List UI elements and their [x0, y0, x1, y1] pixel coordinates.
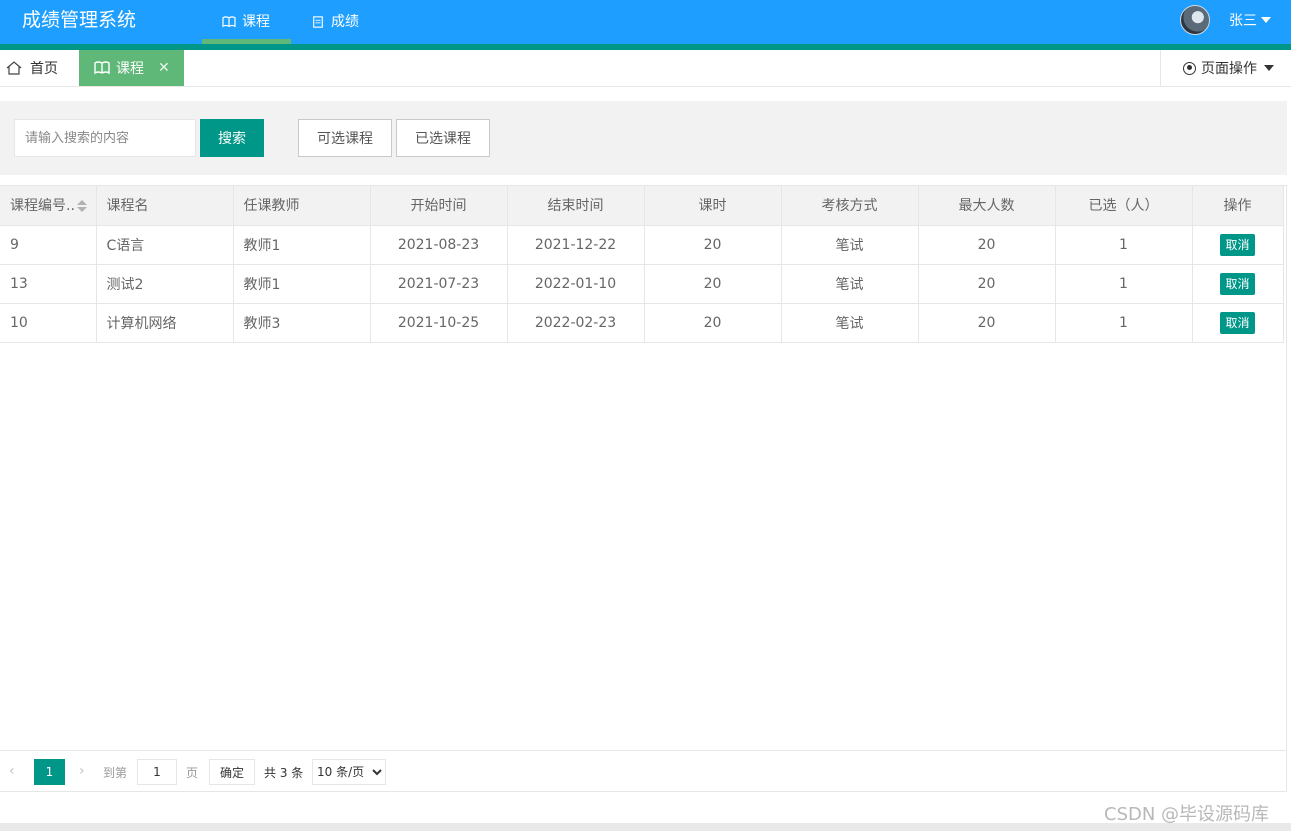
header-max-students: 最大人数: [918, 186, 1056, 226]
top-header: 成绩管理系统 课程 成绩 张三: [0, 0, 1291, 50]
cell-max-students: 20: [918, 225, 1056, 265]
app-title: 成绩管理系统: [22, 9, 137, 31]
nav-item-label: 成绩: [331, 14, 359, 30]
cell-course-name: C语言: [96, 225, 234, 265]
header-actions: 操作: [1192, 186, 1284, 226]
cell-exam-method: 笔试: [781, 225, 919, 265]
cell-end-time: 2022-01-10: [507, 264, 645, 304]
close-icon[interactable]: ✕: [158, 60, 170, 76]
cell-start-time: 2021-08-23: [370, 225, 508, 265]
caret-down-icon: [1261, 17, 1271, 23]
cell-hours: 20: [644, 264, 782, 304]
cell-teacher: 教师3: [233, 303, 371, 343]
total-count: 共 3 条: [264, 766, 304, 780]
tab-course[interactable]: 课程 ✕: [79, 50, 184, 86]
footer-strip: [0, 823, 1291, 831]
cell-actions: 取消: [1192, 264, 1284, 304]
nav-item-grade[interactable]: 成绩: [291, 0, 379, 44]
nav-item-label: 课程: [242, 14, 270, 30]
cancel-button[interactable]: 取消: [1220, 233, 1255, 256]
cell-chosen-count: 1: [1055, 264, 1193, 304]
cell-exam-method: 笔试: [781, 303, 919, 343]
cell-start-time: 2021-07-23: [370, 264, 508, 304]
search-input[interactable]: [14, 119, 196, 157]
home-icon: [6, 61, 22, 75]
header-hours: 课时: [644, 186, 782, 226]
chevron-right-icon[interactable]: ›: [79, 764, 91, 778]
page-suffix-label: 页: [186, 766, 199, 780]
tab-home[interactable]: 首页: [0, 50, 79, 86]
table-row: 9 C语言 教师1 2021-08-23 2021-12-22 20 笔试 20…: [0, 225, 1284, 265]
cell-start-time: 2021-10-25: [370, 303, 508, 343]
cell-exam-method: 笔试: [781, 264, 919, 304]
search-toolbar: 搜索 可选课程 已选课程: [0, 101, 1287, 175]
table-row: 10 计算机网络 教师3 2021-10-25 2022-02-23 20 笔试…: [0, 303, 1284, 343]
chevron-left-icon[interactable]: ‹: [9, 764, 21, 778]
cell-teacher: 教师1: [233, 225, 371, 265]
header-chosen-count: 已选（人）: [1055, 186, 1193, 226]
available-courses-button[interactable]: 可选课程: [298, 119, 392, 157]
watermark: CSDN @毕设源码库: [1104, 804, 1270, 825]
header-course-id[interactable]: 课程编号..: [0, 186, 97, 226]
cell-course-id: 10: [0, 303, 97, 343]
user-name: 张三: [1229, 13, 1257, 29]
avatar[interactable]: [1180, 5, 1210, 35]
current-page[interactable]: 1: [34, 759, 65, 785]
cell-max-students: 20: [918, 264, 1056, 304]
cell-course-name: 计算机网络: [96, 303, 234, 343]
course-table-container: 课程编号.. 课程名 任课教师 开始时间 结束时间 课时 考核方式 最大人数 已…: [0, 185, 1287, 792]
cell-end-time: 2022-02-23: [507, 303, 645, 343]
sort-icon[interactable]: [76, 200, 87, 213]
cell-course-id: 9: [0, 225, 97, 265]
page-operations-label: 页面操作: [1201, 61, 1257, 77]
cell-max-students: 20: [918, 303, 1056, 343]
cancel-button[interactable]: 取消: [1220, 311, 1255, 334]
search-button[interactable]: 搜索: [200, 119, 264, 157]
header-teacher: 任课教师: [233, 186, 371, 226]
cancel-button[interactable]: 取消: [1220, 272, 1255, 295]
cell-course-id: 13: [0, 264, 97, 304]
nav-item-course[interactable]: 课程: [202, 0, 291, 44]
book-icon: [94, 61, 110, 75]
cell-course-name: 测试2: [96, 264, 234, 304]
table-header-row: 课程编号.. 课程名 任课教师 开始时间 结束时间 课时 考核方式 最大人数 已…: [0, 186, 1284, 226]
pagination: ‹ 1 › 到第 页 确定 共 3 条 10 条/页: [0, 750, 1287, 792]
target-icon: [1183, 61, 1196, 75]
chosen-courses-button[interactable]: 已选课程: [396, 119, 490, 157]
cell-hours: 20: [644, 225, 782, 265]
tab-course-label: 课程: [116, 61, 144, 77]
cell-end-time: 2021-12-22: [507, 225, 645, 265]
confirm-button[interactable]: 确定: [209, 759, 255, 785]
goto-page-input[interactable]: [137, 759, 177, 785]
tab-bar: 首页 课程 ✕ 页面操作: [0, 50, 1291, 87]
cell-teacher: 教师1: [233, 264, 371, 304]
cell-chosen-count: 1: [1055, 303, 1193, 343]
page-operations-dropdown[interactable]: 页面操作: [1160, 50, 1291, 86]
user-menu[interactable]: 张三: [1229, 10, 1271, 30]
caret-down-icon: [1264, 65, 1274, 71]
table-row: 13 测试2 教师1 2021-07-23 2022-01-10 20 笔试 2…: [0, 264, 1284, 304]
tab-home-label: 首页: [30, 61, 58, 77]
cell-chosen-count: 1: [1055, 225, 1193, 265]
page-size-select[interactable]: 10 条/页: [312, 759, 386, 785]
document-icon: [313, 16, 323, 28]
cell-actions: 取消: [1192, 303, 1284, 343]
header-start-time: 开始时间: [370, 186, 508, 226]
book-icon: [222, 16, 236, 28]
header-course-name: 课程名: [96, 186, 234, 226]
course-table: 课程编号.. 课程名 任课教师 开始时间 结束时间 课时 考核方式 最大人数 已…: [0, 186, 1284, 343]
header-exam-method: 考核方式: [781, 186, 919, 226]
header-end-time: 结束时间: [507, 186, 645, 226]
cell-hours: 20: [644, 303, 782, 343]
goto-label: 到第: [103, 766, 128, 780]
cell-actions: 取消: [1192, 225, 1284, 265]
